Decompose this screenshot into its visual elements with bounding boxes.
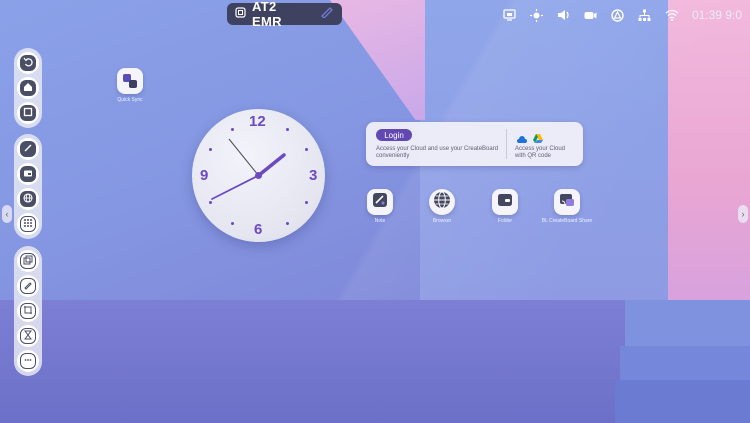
- folder-icon: [497, 193, 513, 212]
- left-edge-handle[interactable]: ‹: [2, 205, 12, 223]
- app-createboard-share[interactable]: BL CreateBoard Share: [537, 189, 597, 224]
- window-icon: [23, 252, 33, 270]
- dock-browser-button[interactable]: [17, 188, 39, 210]
- app-browser[interactable]: Browser: [412, 189, 472, 224]
- cloud-description-line2: conveniently: [376, 153, 410, 159]
- globe-icon: [23, 190, 33, 208]
- more-icon: [23, 352, 33, 370]
- crop-icon: [23, 302, 33, 320]
- apps-grid-icon: [23, 215, 33, 233]
- clock-hands: [211, 138, 286, 200]
- note-icon: [372, 192, 388, 213]
- dock-all-apps-button[interactable]: [17, 213, 39, 235]
- share-app-tile: [554, 189, 580, 215]
- globe-icon: [433, 191, 451, 214]
- right-edge-handle[interactable]: ›: [738, 205, 748, 223]
- status-bar: 01:39 9:0: [503, 8, 742, 22]
- chevron-left-icon: ‹: [5, 209, 9, 219]
- dock-folder-button[interactable]: [17, 163, 39, 185]
- cloud-login-card: Login Access your Cloud and use your Cre…: [366, 122, 583, 166]
- device-name: AT2 EMR: [252, 0, 282, 29]
- background-step: [615, 380, 750, 423]
- desktop-icon-quick-sync[interactable]: Quick Sync: [100, 68, 160, 103]
- camera-icon[interactable]: [584, 9, 598, 22]
- edit-pen-icon[interactable]: [320, 5, 334, 23]
- qr-description: Access your Cloud with QR code: [515, 146, 565, 160]
- note-icon: [23, 140, 33, 158]
- app-label: Note: [374, 218, 386, 224]
- crop-button[interactable]: [17, 300, 39, 322]
- back-icon: [23, 54, 33, 72]
- dock-note-button[interactable]: [17, 138, 39, 160]
- qr-description-line1: Access your Cloud: [515, 146, 566, 152]
- pen-icon: [23, 277, 33, 295]
- chevron-right-icon: ›: [741, 209, 745, 219]
- dock-navigation: [14, 48, 42, 128]
- wifi-icon[interactable]: [665, 9, 679, 22]
- folder-icon: [23, 165, 33, 183]
- dock-apps: [14, 134, 42, 239]
- card-divider: [506, 129, 507, 159]
- home-icon: [23, 79, 33, 97]
- recent-apps-button[interactable]: [17, 102, 39, 124]
- screen-mirror-icon[interactable]: [503, 9, 517, 22]
- folder-app-tile: [492, 189, 518, 215]
- volume-icon[interactable]: [557, 9, 571, 22]
- device-icon: [235, 5, 246, 23]
- timer-button[interactable]: [17, 325, 39, 347]
- back-button[interactable]: [17, 52, 39, 74]
- login-button[interactable]: Login: [376, 129, 412, 141]
- browser-app-tile: [429, 189, 455, 215]
- qr-description-line2: with QR code: [515, 153, 552, 159]
- cloud-description: Access your Cloud and use your CreateBoa…: [376, 146, 501, 160]
- app-label: Browser: [432, 218, 452, 224]
- brightness-icon[interactable]: [530, 8, 544, 22]
- network-icon[interactable]: [638, 9, 652, 22]
- app-label: BL CreateBoard Share: [541, 218, 593, 224]
- background-step: [620, 346, 750, 380]
- pen-button[interactable]: [17, 275, 39, 297]
- device-name-bar[interactable]: AT2 EMR: [227, 0, 342, 29]
- desktop-icon-label: Quick Sync: [117, 97, 143, 103]
- app-note[interactable]: Note: [350, 189, 410, 224]
- recent-apps-icon: [23, 104, 33, 122]
- home-button[interactable]: [17, 77, 39, 99]
- cast-icon: [559, 193, 575, 212]
- quick-sync-icon: [117, 68, 143, 94]
- app-folder[interactable]: Folder: [475, 189, 535, 224]
- analog-clock-widget[interactable]: 12 3 6 9: [192, 109, 325, 242]
- cloud-service-icon[interactable]: [611, 8, 625, 22]
- more-button[interactable]: [17, 350, 39, 372]
- note-app-tile: [367, 189, 393, 215]
- dock-tools: [14, 246, 42, 376]
- clock-time: 01:39 9:0: [691, 8, 742, 22]
- app-label: Folder: [497, 218, 513, 224]
- background-step: [625, 300, 750, 346]
- cloud-description-line1: Access your Cloud and use your CreateBoa…: [376, 146, 499, 152]
- timer-icon: [23, 327, 33, 345]
- window-button[interactable]: [17, 250, 39, 272]
